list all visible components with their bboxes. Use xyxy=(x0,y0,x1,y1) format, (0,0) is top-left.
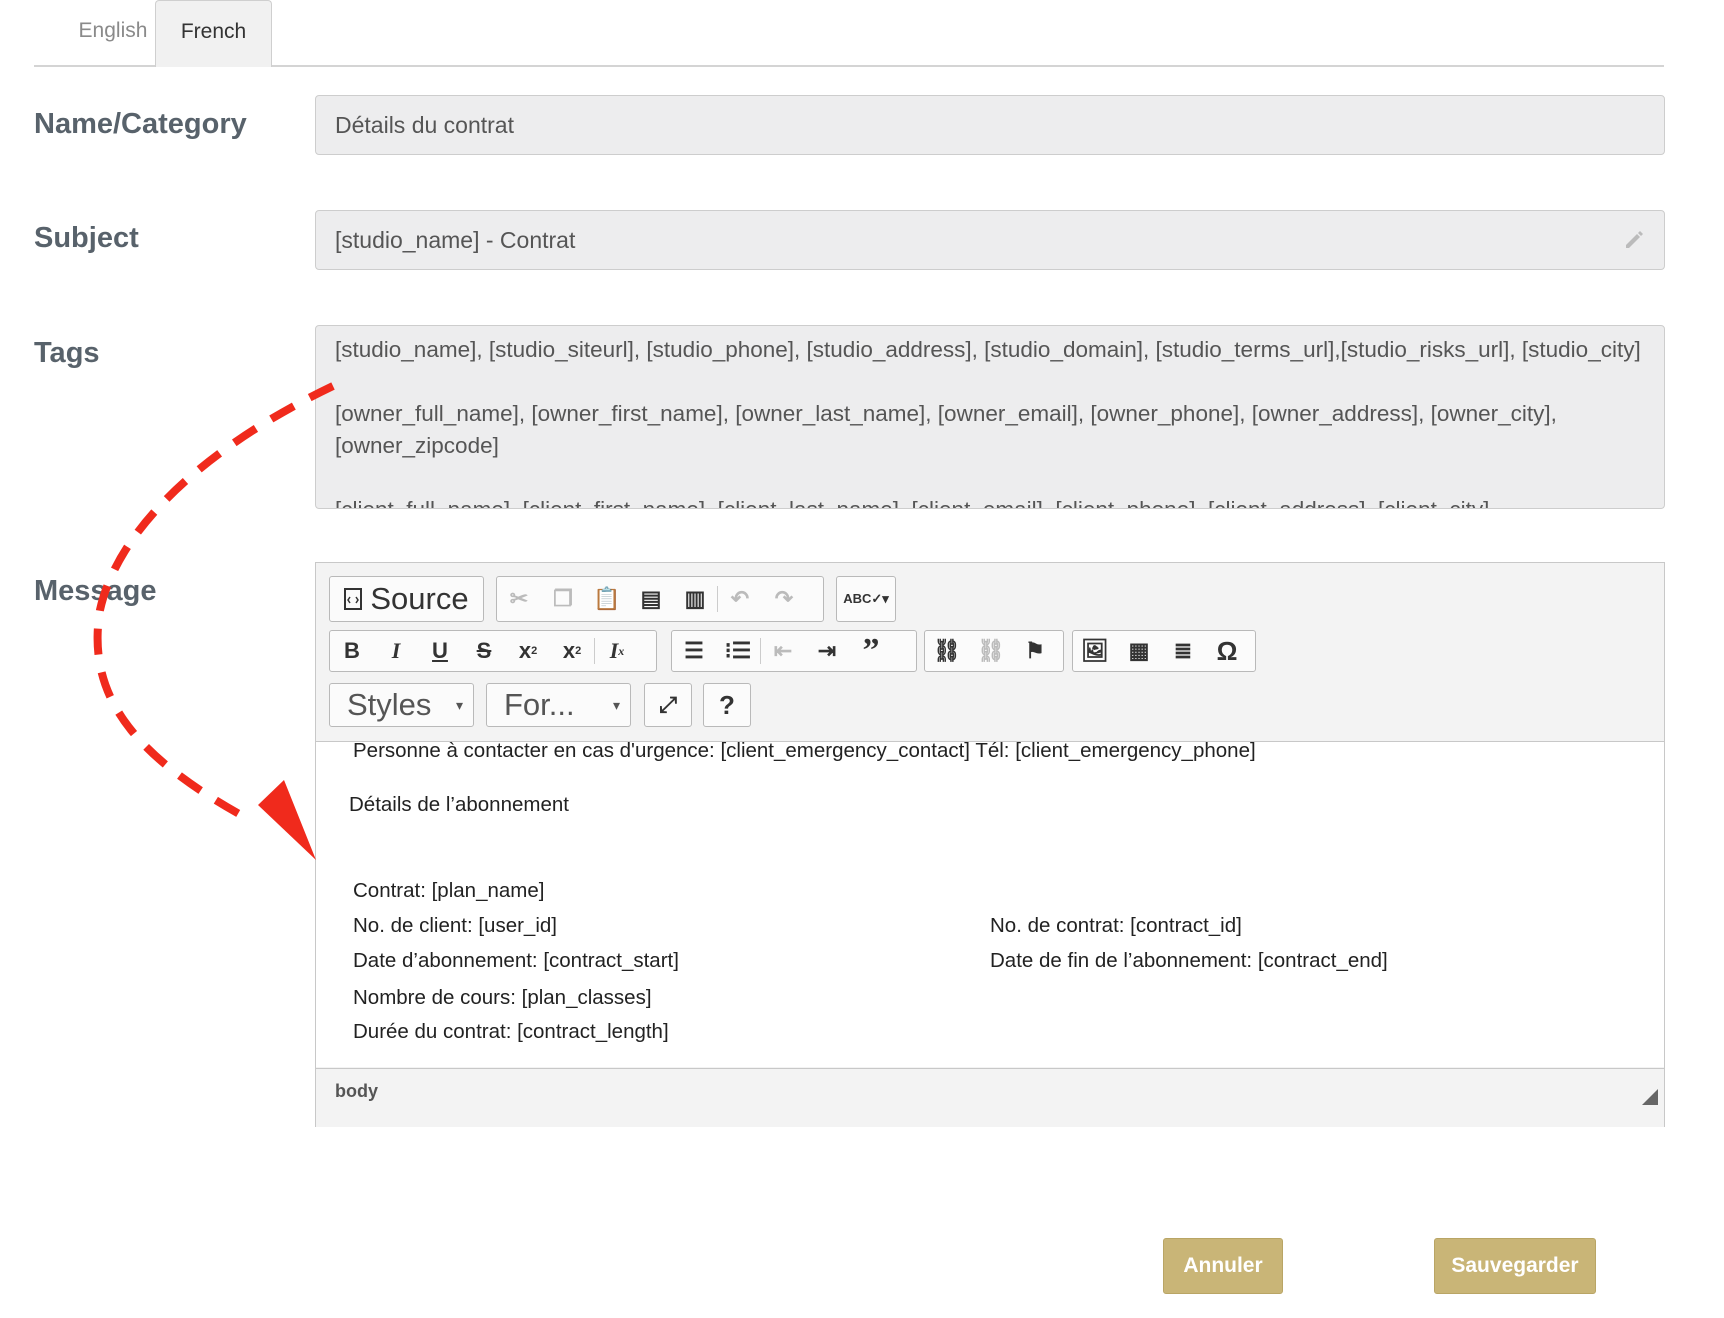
outdent-icon[interactable]: ⇤ xyxy=(761,631,805,671)
client-number-line: No. de client: [user_id] xyxy=(353,914,557,937)
spellcheck-icon: ABC✓▾ xyxy=(843,591,889,606)
tab-french[interactable]: French xyxy=(155,0,272,67)
subject-field[interactable]: [studio_name] - Contrat xyxy=(315,210,1665,270)
name-category-label: Name/Category xyxy=(34,108,247,140)
pencil-icon xyxy=(1626,231,1643,248)
start-date-line: Date d’abonnement: [contract_start] xyxy=(353,949,679,972)
arrow-head-icon xyxy=(258,780,316,860)
styles-label: Styles xyxy=(347,687,432,722)
length-line: Durée du contrat: [contract_length] xyxy=(353,1020,669,1043)
source-button[interactable]: Source xyxy=(329,576,484,622)
remove-format-icon[interactable]: Ix xyxy=(595,631,639,671)
numbered-list-icon[interactable]: ☰ xyxy=(672,631,716,671)
format-dropdown[interactable]: For... ▾ xyxy=(486,683,631,727)
chevron-down-icon: ▾ xyxy=(455,697,463,713)
help-icon: ? xyxy=(719,689,735,720)
subject-label: Subject xyxy=(34,222,139,254)
anchor-icon[interactable]: ⚑ xyxy=(1013,631,1057,671)
tab-english[interactable]: English xyxy=(58,0,168,65)
unlink-icon[interactable]: ⛓ xyxy=(969,631,1013,671)
paste-icon[interactable]: 📋 xyxy=(585,577,629,621)
chevron-down-icon: ▾ xyxy=(612,697,620,713)
copy-icon[interactable]: ❐ xyxy=(541,577,585,621)
source-label: Source xyxy=(370,581,469,616)
section-title: Détails de l’abonnement xyxy=(349,793,569,816)
cut-icon[interactable]: ✂ xyxy=(497,577,541,621)
insert-group: 🖼 ▦ ≣ Ω xyxy=(1072,630,1256,672)
horizontal-rule-icon[interactable]: ≣ xyxy=(1161,631,1205,671)
strike-icon[interactable]: S xyxy=(462,631,506,671)
maximize-icon: ⤢ xyxy=(659,692,677,717)
links-group: ⛓ ⛓ ⚑ xyxy=(924,630,1064,672)
tags-field[interactable]: [studio_name], [studio_siteurl], [studio… xyxy=(315,325,1665,509)
message-editor: Source ✂ ❐ 📋 ▤ ▥ ↶ ↷ ABC✓▾ B I U S x2 x2… xyxy=(315,562,1665,1127)
source-icon xyxy=(344,588,363,610)
maximize-button[interactable]: ⤢ xyxy=(644,683,692,727)
tags-line-client: [client_full_name], [client_first_name],… xyxy=(335,494,1645,508)
table-icon[interactable]: ▦ xyxy=(1117,631,1161,671)
clipboard-group: ✂ ❐ 📋 ▤ ▥ ↶ ↷ xyxy=(496,576,824,622)
redo-icon[interactable]: ↷ xyxy=(762,577,806,621)
resize-handle-icon[interactable] xyxy=(1642,1089,1658,1105)
indent-icon[interactable]: ⇥ xyxy=(805,631,849,671)
italic-icon[interactable]: I xyxy=(374,631,418,671)
format-label: For... xyxy=(504,687,575,722)
contract-line: Contrat: [plan_name] xyxy=(353,879,545,902)
subject-value: [studio_name] - Contrat xyxy=(335,227,576,253)
name-category-field[interactable]: Détails du contrat xyxy=(315,95,1665,155)
element-path[interactable]: body xyxy=(335,1081,378,1102)
paste-word-icon[interactable]: ▥ xyxy=(673,577,717,621)
spellcheck-button[interactable]: ABC✓▾ xyxy=(836,576,896,622)
underline-icon[interactable]: U xyxy=(418,631,462,671)
message-label: Message xyxy=(34,575,157,607)
undo-icon[interactable]: ↶ xyxy=(718,577,762,621)
editor-toolbar: Source ✂ ❐ 📋 ▤ ▥ ↶ ↷ ABC✓▾ B I U S x2 x2… xyxy=(316,563,1664,742)
paste-text-icon[interactable]: ▤ xyxy=(629,577,673,621)
emergency-contact-line: Personne à contacter en cas d'urgence: [… xyxy=(353,742,1256,762)
blockquote-icon[interactable]: ” xyxy=(849,631,893,671)
contract-number-line: No. de contrat: [contract_id] xyxy=(990,914,1242,937)
bullet-list-icon[interactable]: ⁝☰ xyxy=(716,631,760,671)
subscript-icon[interactable]: x2 xyxy=(506,631,550,671)
classes-line: Nombre de cours: [plan_classes] xyxy=(353,986,652,1009)
language-tabs: English French xyxy=(34,0,1664,67)
tags-line-owner: [owner_full_name], [owner_first_name], [… xyxy=(335,401,1557,458)
paragraph-group: ☰ ⁝☰ ⇤ ⇥ ” xyxy=(671,630,917,672)
bold-icon[interactable]: B xyxy=(330,631,374,671)
end-date-line: Date de fin de l’abonnement: [contract_e… xyxy=(990,949,1388,972)
image-icon[interactable]: 🖼 xyxy=(1073,631,1117,671)
link-icon[interactable]: ⛓ xyxy=(925,631,969,671)
cancel-button[interactable]: Annuler xyxy=(1163,1238,1283,1294)
styles-dropdown[interactable]: Styles ▾ xyxy=(329,683,474,727)
superscript-icon[interactable]: x2 xyxy=(550,631,594,671)
save-button[interactable]: Sauvegarder xyxy=(1434,1238,1596,1294)
editor-statusbar: body xyxy=(316,1068,1664,1127)
editor-content[interactable]: Personne à contacter en cas d'urgence: [… xyxy=(316,742,1664,1067)
tags-line-studio: [studio_name], [studio_siteurl], [studio… xyxy=(335,337,1641,362)
basic-styles-group: B I U S x2 x2 Ix xyxy=(329,630,657,672)
special-char-icon[interactable]: Ω xyxy=(1205,631,1249,671)
tags-label: Tags xyxy=(34,337,100,369)
help-button[interactable]: ? xyxy=(703,683,751,727)
